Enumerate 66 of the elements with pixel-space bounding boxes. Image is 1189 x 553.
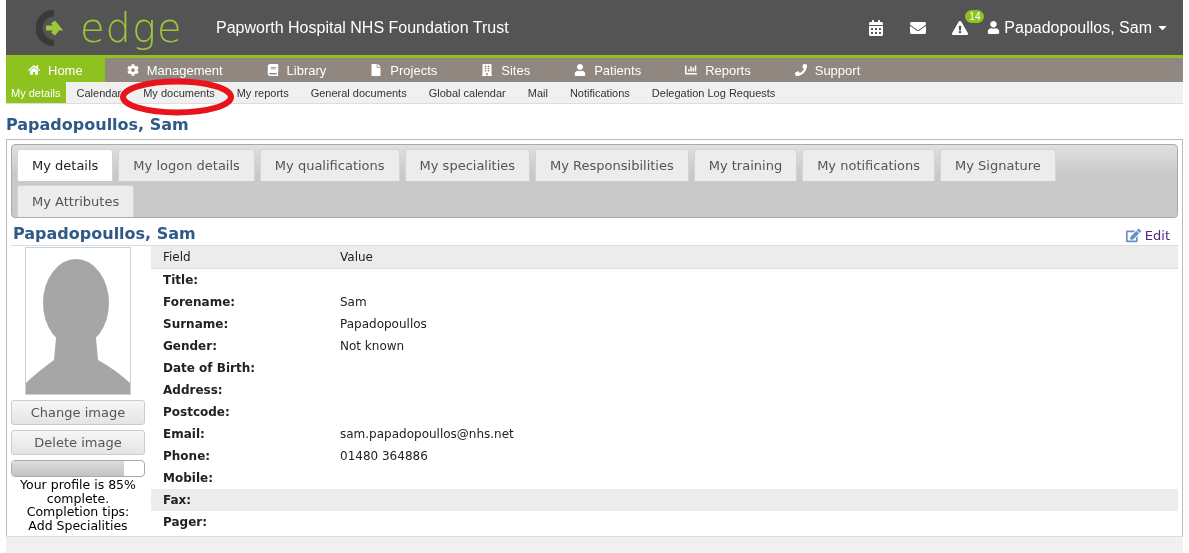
tab[interactable]: My Attributes bbox=[17, 185, 135, 217]
sub-nav-item[interactable]: General documents bbox=[299, 82, 418, 103]
sub-nav-item[interactable]: Global calendar bbox=[417, 82, 517, 103]
sub-nav-item[interactable]: My reports bbox=[225, 82, 300, 103]
profile-name: Papadopoullos, Sam bbox=[13, 224, 196, 243]
nav-item[interactable]: Sites bbox=[459, 58, 553, 82]
tab[interactable]: My qualifications bbox=[259, 149, 400, 181]
field-label: Postcode: bbox=[163, 405, 231, 419]
tab[interactable]: My Responsibilities bbox=[535, 149, 689, 181]
home-icon bbox=[28, 64, 40, 76]
alert-icon[interactable] bbox=[952, 19, 969, 36]
building-icon bbox=[481, 64, 494, 76]
notification-badge: 14 bbox=[965, 9, 985, 23]
completion-text: Your profile is 85% complete. bbox=[19, 478, 137, 505]
field-label: Phone: bbox=[163, 449, 212, 463]
image-button[interactable]: Delete image bbox=[11, 430, 145, 455]
page-title: Papadopoullos, Sam bbox=[5, 114, 190, 136]
calendar-icon[interactable] bbox=[868, 19, 885, 36]
bar-chart-icon bbox=[685, 64, 698, 76]
image-button[interactable]: Change image bbox=[11, 400, 145, 425]
organisation-name: Papworth Hospital NHS Foundation Trust bbox=[216, 18, 510, 37]
field-value: Sam bbox=[340, 295, 368, 309]
nav-item[interactable]: Management bbox=[104, 58, 245, 82]
field-label: Fax: bbox=[163, 493, 193, 507]
field-label: Forename: bbox=[163, 295, 237, 309]
field-label: Gender: bbox=[163, 339, 218, 353]
nav-item[interactable]: Patients bbox=[552, 58, 664, 82]
user-menu[interactable]: Papadopoullos, Sam bbox=[987, 18, 1169, 37]
sub-nav-item[interactable]: Notifications bbox=[558, 82, 641, 103]
field-label: Address: bbox=[163, 383, 224, 397]
tab[interactable]: My details bbox=[17, 149, 114, 181]
column-header: Value bbox=[340, 250, 374, 264]
field-label: Title: bbox=[163, 273, 200, 287]
field-label: Email: bbox=[163, 427, 206, 441]
gear-icon bbox=[126, 64, 139, 76]
nav-item[interactable]: Reports bbox=[663, 58, 773, 82]
edit-icon bbox=[1125, 228, 1141, 243]
sub-nav-item[interactable]: Delegation Log Requests bbox=[640, 82, 787, 103]
tab[interactable]: My Signature bbox=[940, 149, 1056, 181]
nav-item[interactable]: Projects bbox=[348, 58, 460, 82]
nav-item[interactable]: Support bbox=[772, 58, 883, 82]
field-value: Not known bbox=[340, 339, 406, 353]
mail-icon[interactable] bbox=[910, 19, 927, 36]
field-label: Date of Birth: bbox=[163, 361, 256, 375]
document-icon bbox=[370, 64, 383, 76]
edit-link[interactable]: Edit bbox=[1125, 228, 1176, 243]
field-label: Surname: bbox=[163, 317, 230, 331]
person-icon bbox=[987, 21, 1001, 34]
nav-item[interactable]: Library bbox=[244, 58, 349, 82]
person-icon bbox=[574, 64, 587, 76]
book-icon bbox=[266, 64, 279, 76]
tab[interactable]: My logon details bbox=[118, 149, 255, 181]
logo-text: edge bbox=[80, 7, 183, 48]
sub-nav-item[interactable]: Mail bbox=[516, 82, 559, 103]
field-value: sam.papadopoullos@nhs.net bbox=[340, 427, 515, 441]
phone-icon bbox=[794, 64, 807, 76]
tab[interactable]: My training bbox=[693, 149, 798, 181]
completion-tips: Completion tips: Add Specialities bbox=[26, 505, 130, 532]
column-header: Field bbox=[163, 250, 192, 264]
field-value: Papadopoullos bbox=[340, 317, 428, 331]
tab[interactable]: My notifications bbox=[802, 149, 936, 181]
sub-nav-item[interactable]: Calendar bbox=[65, 82, 133, 103]
field-label: Pager: bbox=[163, 515, 208, 529]
tab[interactable]: My specialities bbox=[404, 149, 531, 181]
field-value: 01480 364886 bbox=[340, 449, 429, 463]
field-label: Mobile: bbox=[163, 471, 214, 485]
